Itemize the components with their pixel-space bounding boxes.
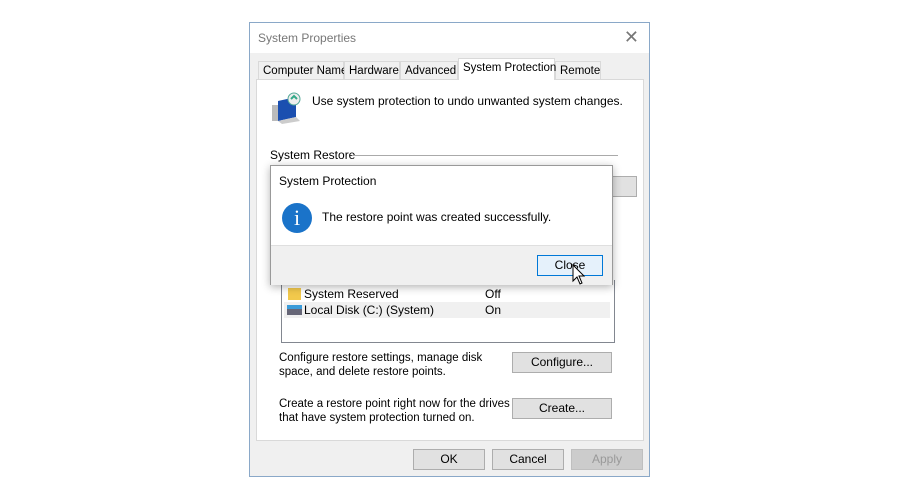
list-item[interactable]: System Reserved Off xyxy=(284,286,610,302)
drive-list[interactable]: System Reserved Off Local Disk (C:) (Sys… xyxy=(281,280,615,343)
system-protection-dialog: System Protection i The restore point wa… xyxy=(270,165,613,285)
info-icon: i xyxy=(282,203,312,233)
configure-text: Configure restore settings, manage disk … xyxy=(279,352,483,378)
tab-remote[interactable]: Remote xyxy=(555,61,601,79)
tab-system-protection[interactable]: System Protection xyxy=(458,58,556,80)
dialog-title: System Protection xyxy=(279,174,377,188)
close-icon[interactable]: ✕ xyxy=(624,27,639,48)
configure-button[interactable]: Configure... xyxy=(512,352,612,373)
system-protection-icon xyxy=(272,92,301,124)
create-text: Create a restore point right now for the… xyxy=(279,398,510,424)
mouse-cursor-icon xyxy=(572,264,586,285)
system-restore-button[interactable] xyxy=(612,176,637,197)
title-bar: System Properties ✕ xyxy=(250,23,649,53)
cancel-button[interactable]: Cancel xyxy=(492,449,564,470)
tab-advanced[interactable]: Advanced xyxy=(400,61,458,79)
drive-protection: Off xyxy=(485,287,501,301)
drive-protection: On xyxy=(485,303,502,317)
drive-name: System Reserved xyxy=(304,287,399,301)
create-button[interactable]: Create... xyxy=(512,398,612,419)
close-button[interactable]: Close xyxy=(537,255,603,276)
drive-name: Local Disk (C:) (System) xyxy=(304,303,435,317)
dialog-footer: Close xyxy=(271,245,612,285)
tab-hardware[interactable]: Hardware xyxy=(344,61,400,79)
dialog-message: The restore point was created successful… xyxy=(322,210,552,224)
tab-computer-name[interactable]: Computer Name xyxy=(258,61,347,79)
ok-button[interactable]: OK xyxy=(413,449,485,470)
intro-text: Use system protection to undo unwanted s… xyxy=(312,94,623,108)
drive-icon xyxy=(287,305,302,315)
group-divider xyxy=(352,155,618,156)
list-item[interactable]: Local Disk (C:) (System) On xyxy=(284,302,610,318)
apply-button[interactable]: Apply xyxy=(571,449,643,470)
system-restore-group-label: System Restore xyxy=(270,148,356,162)
folder-icon xyxy=(288,288,301,300)
window-title: System Properties xyxy=(258,31,357,45)
